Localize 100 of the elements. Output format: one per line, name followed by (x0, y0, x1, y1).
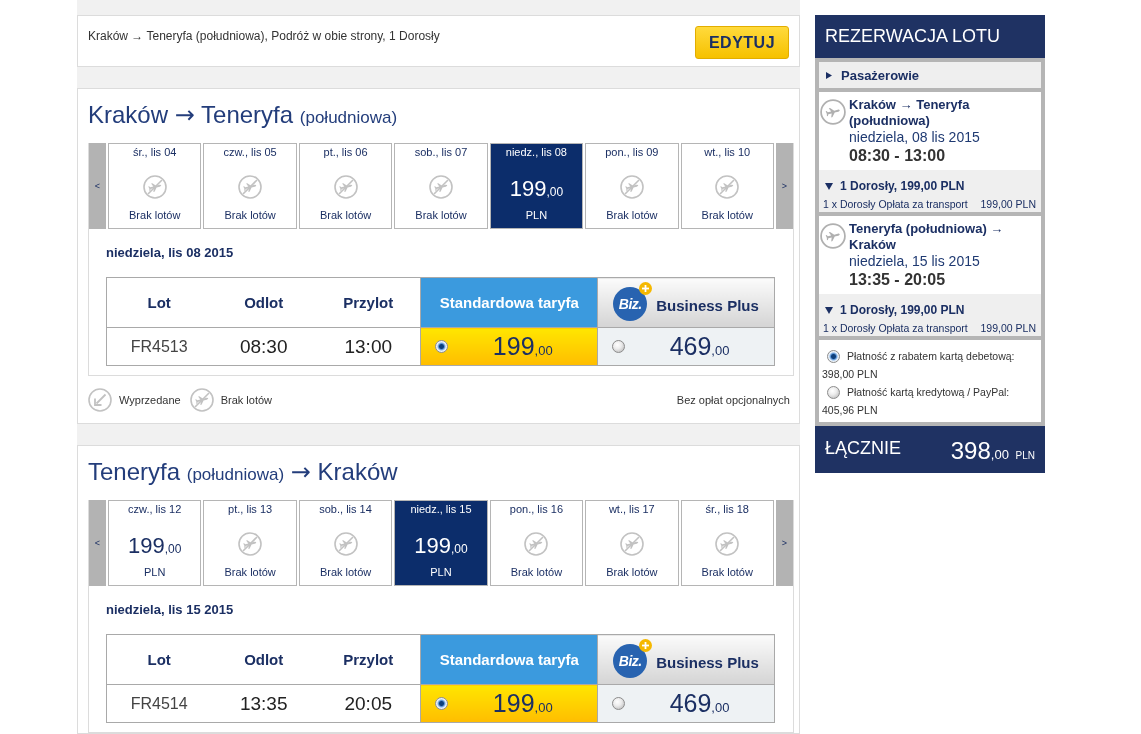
date-tile[interactable]: niedz., lis 15 199,00 PLN (394, 500, 488, 586)
passengers-toggle[interactable]: Pasażerowie (819, 62, 1041, 88)
no-flights-label: Brak lotów (510, 565, 563, 579)
previous-dates-button[interactable]: < (89, 500, 106, 586)
next-dates-button[interactable]: > (775, 500, 793, 586)
day-price: 199,00 (414, 533, 468, 560)
no-flights-label: Brak lotów (701, 208, 753, 222)
fare-option[interactable]: 199,00 (420, 327, 598, 366)
crossed-plane-icon (619, 175, 644, 199)
date-tile[interactable]: pon., lis 16 Brak lotów (489, 500, 584, 586)
fare-toggle[interactable]: 1 Dorosły, 199,00 PLN (823, 178, 1036, 194)
biz-logo: Biz. (613, 643, 648, 678)
flight-date: niedziela, 08 lis 2015 (849, 129, 981, 146)
flight-times: 13:35 - 20:05 (849, 270, 947, 290)
fare-toggle[interactable]: 1 Dorosły, 199,00 PLN (823, 302, 1036, 318)
radio-button[interactable] (435, 697, 449, 710)
column-header: Lot (147, 650, 171, 668)
no-flights-label: Brak lotów (415, 208, 467, 222)
date-tile[interactable]: śr., lis 04 Brak lotów (108, 143, 202, 229)
fare-line-label: 1 x Dorosły Opłata za transport (823, 321, 968, 335)
day-label: niedz., lis 15 (410, 502, 472, 516)
legend-label: Brak lotów (220, 393, 272, 406)
day-label: wt., lis 17 (608, 502, 655, 516)
flight-number: FR4514 (130, 694, 188, 712)
day-price: 199,00 (509, 176, 564, 203)
radio-button[interactable] (827, 349, 840, 363)
day-price: 199,00 (128, 533, 182, 560)
edit-button[interactable]: EDYTUJ (695, 26, 789, 59)
crossed-plane-icon (142, 175, 167, 199)
day-label: śr., lis 04 (133, 145, 177, 159)
date-heading: niedziela, lis 08 2015 (106, 245, 235, 261)
date-tile[interactable]: pt., lis 13 Brak lotów (203, 500, 297, 586)
currency-label: PLN (144, 565, 166, 579)
fare-price: 469,00 (668, 332, 731, 361)
no-flights-label: Brak lotów (224, 565, 276, 579)
day-label: śr., lis 18 (705, 502, 749, 516)
arrival-time: 20:05 (344, 692, 392, 714)
route-title: Kraków → Teneryfa (południowa) (87, 100, 399, 131)
radio-button[interactable] (612, 697, 626, 710)
payment-label: Płatność z rabatem kartą debetową: (847, 349, 1015, 364)
sidebar-title: REZERWACJA LOTU (815, 15, 1045, 58)
fare-option[interactable]: 199,00 (420, 684, 598, 723)
crossed-plane-icon (715, 175, 740, 199)
fare-option[interactable]: 469,00 (597, 684, 775, 723)
column-header: Lot (147, 293, 171, 311)
day-label: czw., lis 12 (128, 502, 182, 516)
no-flights-label: Brak lotów (701, 565, 753, 579)
search-summary-text: Kraków → Teneryfa (południowa), Podróż w obie strony, 1 Dorosły (88, 28, 440, 44)
crossed-plane-icon (189, 387, 214, 412)
radio-button[interactable] (827, 385, 840, 399)
fare-name: Business Plus (656, 296, 759, 314)
column-header: Odlot (244, 650, 284, 668)
crossed-plane-icon (333, 175, 358, 199)
radio-button[interactable] (612, 340, 626, 353)
fare-line-label: 1 x Dorosły Opłata za transport (823, 197, 968, 211)
payment-amount: 405,96 PLN (822, 403, 879, 418)
date-tile[interactable]: sob., lis 14 Brak lotów (298, 500, 393, 586)
date-tile[interactable]: czw., lis 12 199,00 PLN (108, 500, 202, 586)
date-tile[interactable]: niedz., lis 08 199,00 PLN (489, 143, 584, 229)
route-title: Teneryfa (południowa) → Kraków (87, 457, 399, 488)
date-tile[interactable]: śr., lis 18 Brak lotów (680, 500, 774, 586)
day-label: wt., lis 10 (704, 145, 751, 159)
date-tile[interactable]: wt., lis 17 Brak lotów (585, 500, 679, 586)
date-tile[interactable]: pon., lis 09 Brak lotów (585, 143, 679, 229)
day-label: pt., lis 06 (323, 145, 368, 159)
next-dates-button[interactable]: > (775, 143, 793, 229)
date-tile[interactable]: sob., lis 07 Brak lotów (394, 143, 488, 229)
legend-label: Wyprzedane (119, 393, 181, 406)
biz-logo: Biz. (613, 286, 648, 321)
date-tile[interactable]: pt., lis 06 Brak lotów (298, 143, 393, 229)
payment-label: Płatność kartą kredytową / PayPal: (847, 385, 1010, 400)
plane-icon (820, 99, 846, 125)
fare-line-amount: 199,00 PLN (980, 321, 1036, 335)
crossed-plane-icon (715, 532, 740, 556)
day-label: czw., lis 05 (223, 145, 277, 159)
departure-time: 13:35 (239, 692, 288, 714)
fare-header: Standardowa taryfa (420, 634, 598, 685)
no-flights-label: Brak lotów (129, 208, 181, 222)
plus-icon (639, 281, 653, 295)
flight-route: Teneryfa (południowa) → Kraków (849, 221, 1005, 253)
crossed-plane-icon (619, 532, 644, 556)
no-flights-label: Brak lotów (319, 565, 372, 579)
no-flights-label: Brak lotów (606, 208, 658, 222)
flight-number: FR4513 (130, 337, 188, 355)
fee-note: Bez opłat opcjonalnych (676, 393, 790, 406)
currency-label: PLN (430, 565, 452, 579)
plus-icon (639, 638, 653, 652)
fare-name: Business Plus (656, 653, 759, 671)
fare-option[interactable]: 469,00 (597, 327, 775, 366)
date-tile[interactable]: czw., lis 05 Brak lotów (203, 143, 297, 229)
day-label: sob., lis 14 (319, 502, 372, 516)
fare-header: Standardowa taryfa (420, 277, 598, 328)
crossed-plane-icon (428, 175, 453, 199)
radio-button[interactable] (435, 340, 449, 353)
previous-dates-button[interactable]: < (89, 143, 106, 229)
total-amount: 398,00 PLN (950, 436, 1035, 465)
column-header: Przylot (343, 650, 394, 668)
date-tile[interactable]: wt., lis 10 Brak lotów (680, 143, 774, 229)
day-label: sob., lis 07 (414, 145, 468, 159)
fare-line-amount: 199,00 PLN (980, 197, 1036, 211)
